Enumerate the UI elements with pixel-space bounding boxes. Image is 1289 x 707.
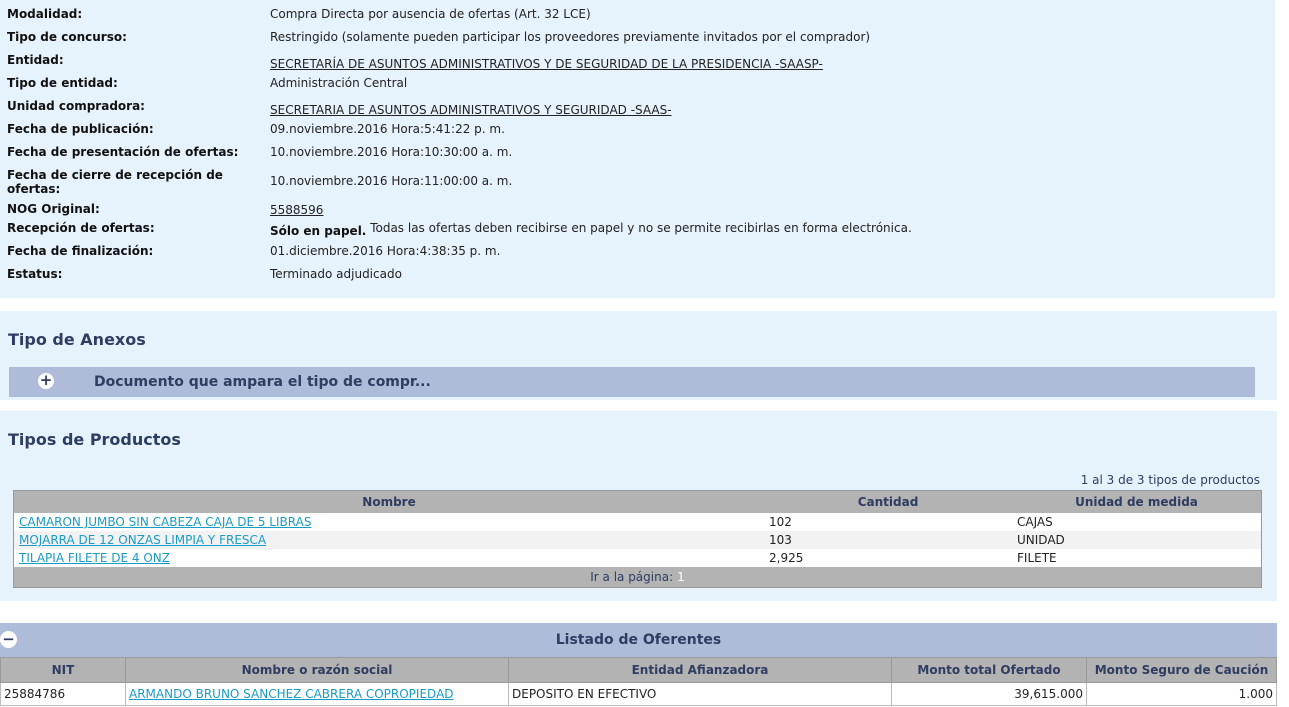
- minus-icon[interactable]: −: [0, 631, 17, 648]
- nog-link[interactable]: 5588596: [270, 203, 323, 217]
- bidders-title: Listado de Oferentes: [555, 632, 722, 648]
- info-value: Sólo en papel. Todas las ofertas deben r…: [270, 221, 912, 238]
- products-table: Nombre Cantidad Unidad de medida CAMARON…: [13, 490, 1262, 588]
- product-unit: CAJAS: [1012, 513, 1262, 531]
- info-value: 10.noviembre.2016 Hora:10:30:00 a. m.: [270, 145, 513, 159]
- column-header-monto-total[interactable]: Monto total Ofertado: [891, 657, 1087, 683]
- column-header-nombre[interactable]: Nombre: [13, 490, 764, 513]
- info-value: Administración Central: [270, 76, 408, 90]
- bidder-name-link[interactable]: ARMANDO BRUNO SANCHEZ CABRERA COPROPIEDA…: [129, 687, 454, 701]
- page-number-link[interactable]: 1: [677, 570, 685, 584]
- info-label: Recepción de ofertas:: [7, 221, 155, 235]
- table-row: CAMARON JUMBO SIN CABEZA CAJA DE 5 LIBRA…: [13, 513, 1262, 531]
- bidder-nit: 25884786: [0, 682, 126, 706]
- purchasing-unit-link[interactable]: SECRETARIA DE ASUNTOS ADMINISTRATIVOS Y …: [270, 103, 672, 117]
- product-qty: 102: [764, 513, 1012, 531]
- product-link[interactable]: TILAPIA FILETE DE 4 ONZ: [19, 551, 170, 565]
- product-qty: 2,925: [764, 549, 1012, 567]
- bidders-table: NIT Nombre o razón social Entidad Afianz…: [0, 657, 1277, 706]
- annex-item-label: Documento que ampara el tipo de compr...: [94, 374, 431, 390]
- bidders-section: Listado de Oferentes − NIT Nombre o razó…: [0, 623, 1277, 707]
- column-header-nit[interactable]: NIT: [0, 657, 126, 683]
- process-info-panel: Modalidad: Compra Directa por ausencia d…: [0, 0, 1275, 298]
- product-link[interactable]: MOJARRA DE 12 ONZAS LIMPIA Y FRESCA: [19, 533, 266, 547]
- info-label: Modalidad:: [7, 7, 83, 21]
- info-label: Estatus:: [7, 267, 63, 281]
- annex-item[interactable]: + Documento que ampara el tipo de compr.…: [9, 367, 1255, 397]
- info-label: Unidad compradora:: [7, 99, 145, 113]
- info-value-bold: Sólo en papel.: [270, 224, 367, 238]
- bidder-insurance: 1.000: [1086, 682, 1277, 706]
- bidders-header: Listado de Oferentes −: [0, 623, 1277, 657]
- info-value: Terminado adjudicado: [270, 267, 402, 281]
- table-row: 25884786 ARMANDO BRUNO SANCHEZ CABRERA C…: [0, 682, 1277, 706]
- column-header-cantidad[interactable]: Cantidad: [764, 490, 1012, 513]
- column-header-afianzadora[interactable]: Entidad Afianzadora: [508, 657, 892, 683]
- info-label: Tipo de entidad:: [7, 76, 118, 90]
- info-label: Fecha de publicación:: [7, 122, 154, 136]
- bidder-entity: DEPOSITO EN EFECTIVO: [508, 682, 892, 706]
- info-label: Fecha de presentación de ofertas:: [7, 145, 239, 159]
- info-value: 10.noviembre.2016 Hora:11:00:00 a. m.: [270, 174, 513, 188]
- info-value: 09.noviembre.2016 Hora:5:41:22 p. m.: [270, 122, 505, 136]
- column-header-nombre[interactable]: Nombre o razón social: [125, 657, 509, 683]
- table-row: MOJARRA DE 12 ONZAS LIMPIA Y FRESCA 103 …: [13, 531, 1262, 549]
- products-title: Tipos de Productos: [8, 430, 181, 449]
- info-label: Fecha de cierre de recepción de ofertas:: [7, 168, 223, 196]
- products-section: Tipos de Productos 1 al 3 de 3 tipos de …: [0, 411, 1277, 601]
- column-header-unidad[interactable]: Unidad de medida: [1012, 490, 1262, 513]
- pager-row: Ir a la página: 1: [13, 567, 1262, 588]
- product-unit: FILETE: [1012, 549, 1262, 567]
- info-value: Restringido (solamente pueden participar…: [270, 30, 871, 44]
- bidder-total: 39,615.000: [891, 682, 1087, 706]
- info-value: 01.diciembre.2016 Hora:4:38:35 p. m.: [270, 244, 501, 258]
- column-header-monto-seguro[interactable]: Monto Seguro de Caución: [1086, 657, 1277, 683]
- info-value-text: Todas las ofertas deben recibirse en pap…: [370, 221, 912, 235]
- entity-link[interactable]: SECRETARÍA DE ASUNTOS ADMINISTRATIVOS Y …: [270, 57, 823, 71]
- annex-section: Tipo de Anexos + Documento que ampara el…: [0, 311, 1277, 400]
- info-label: Entidad:: [7, 53, 64, 67]
- product-unit: UNIDAD: [1012, 531, 1262, 549]
- info-label: NOG Original:: [7, 202, 100, 216]
- info-label: Fecha de finalización:: [7, 244, 154, 258]
- annex-title: Tipo de Anexos: [8, 330, 146, 349]
- info-value: Compra Directa por ausencia de ofertas (…: [270, 7, 591, 21]
- product-qty: 103: [764, 531, 1012, 549]
- product-link[interactable]: CAMARON JUMBO SIN CABEZA CAJA DE 5 LIBRA…: [19, 515, 311, 529]
- products-count: 1 al 3 de 3 tipos de productos: [1080, 473, 1260, 487]
- plus-icon[interactable]: +: [38, 373, 54, 389]
- info-label: Tipo de concurso:: [7, 30, 127, 44]
- table-row: TILAPIA FILETE DE 4 ONZ 2,925 FILETE: [13, 549, 1262, 567]
- goto-page-label: Ir a la página:: [590, 570, 674, 584]
